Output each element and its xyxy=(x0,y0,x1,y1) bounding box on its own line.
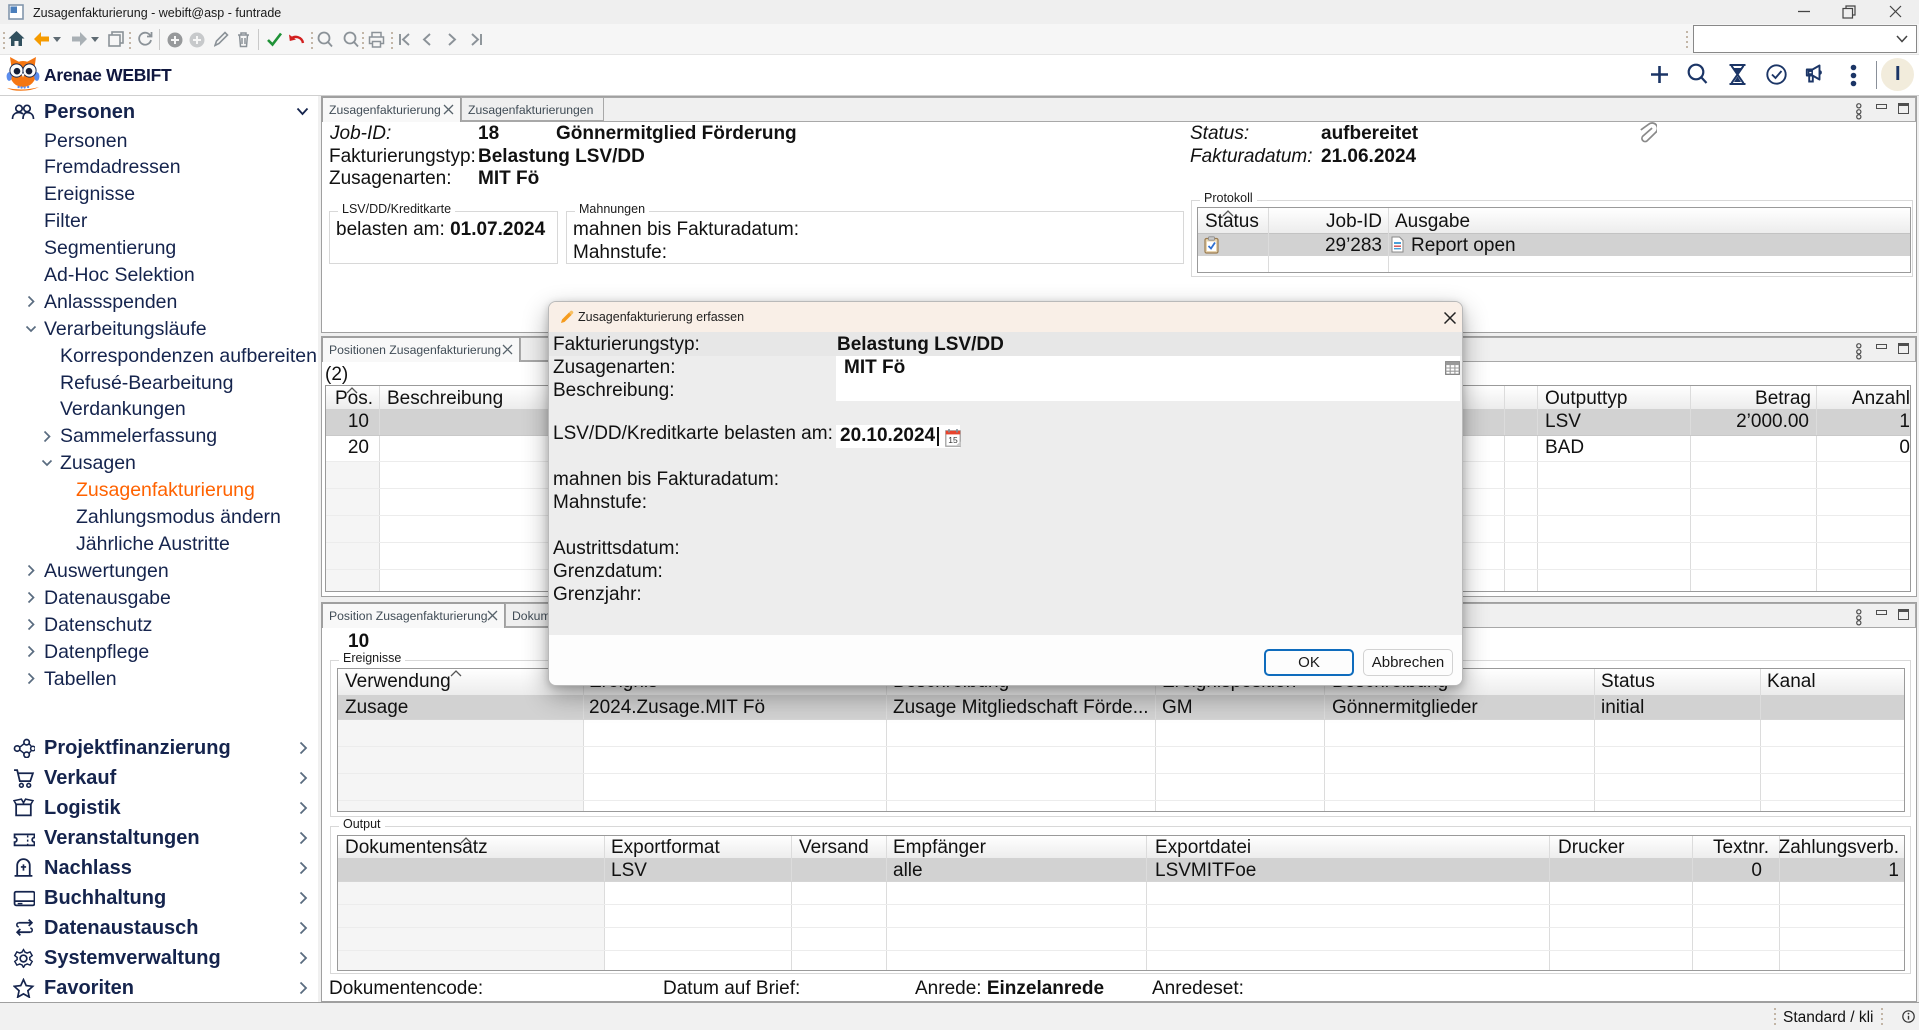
svg-text:15: 15 xyxy=(948,434,958,444)
